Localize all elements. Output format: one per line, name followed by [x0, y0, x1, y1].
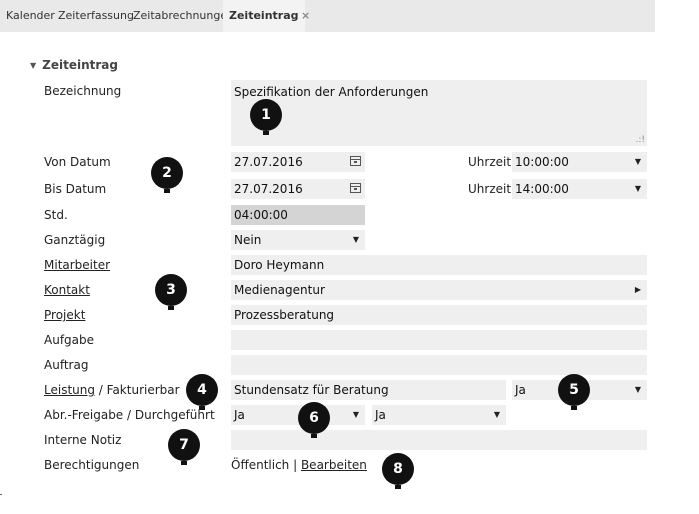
chevron-down-icon: ▼	[634, 157, 641, 166]
tab-bar: Kalender Zeiterfassung Zeitabrechnungen …	[0, 0, 655, 32]
durchgefuehrt-select[interactable]: Ja ▼	[372, 405, 506, 425]
bis-uhrzeit-select[interactable]: 14:00:00 ▼	[512, 179, 647, 199]
resize-grip-icon[interactable]: .:!	[635, 136, 645, 145]
link-leistung[interactable]: Leistung	[44, 383, 95, 397]
calendar-icon[interactable]	[350, 183, 361, 193]
chevron-right-icon[interactable]: ▶	[635, 280, 641, 300]
chevron-down-icon: ▼	[493, 410, 500, 419]
abr-freigabe-value: Ja	[234, 408, 245, 422]
label-leistung-fakturierbar: Leistung / Fakturierbar	[44, 383, 180, 397]
von-uhrzeit-value: 10:00:00	[515, 155, 569, 169]
label-bis-uhrzeit: Uhrzeit	[468, 182, 512, 196]
bis-datum-value: 27.07.2016	[234, 182, 303, 196]
chevron-down-icon: ▼	[352, 235, 359, 244]
tab-zeitabrechnungen[interactable]: Zeitabrechnungen	[133, 0, 234, 32]
von-uhrzeit-select[interactable]: 10:00:00 ▼	[512, 152, 647, 172]
section-title: Zeiteintrag	[42, 58, 118, 72]
callout-marker-6: 6	[298, 402, 330, 438]
label-mitarbeiter: Mitarbeiter	[44, 258, 111, 272]
ganztaegig-select[interactable]: Nein ▼	[231, 230, 365, 250]
label-berechtigungen: Berechtigungen	[44, 458, 140, 472]
calendar-icon[interactable]	[350, 156, 361, 166]
link-kontakt[interactable]: Kontakt	[44, 283, 90, 297]
callout-marker-3: 3	[155, 274, 187, 310]
fakturierbar-value: Ja	[515, 383, 526, 397]
callout-marker-7: 7	[168, 429, 200, 465]
section-header[interactable]: ▼ Zeiteintrag	[30, 58, 118, 72]
tab-zeiteintrag[interactable]: Zeiteintrag	[223, 0, 305, 32]
ganztaegig-value: Nein	[234, 233, 262, 247]
auftrag-field[interactable]	[231, 355, 647, 375]
callout-marker-4: 4	[186, 374, 218, 410]
label-projekt: Projekt	[44, 308, 86, 322]
label-interne-notiz: Interne Notiz	[44, 433, 122, 447]
berechtigungen-value: Öffentlich | Bearbeiten	[231, 458, 367, 472]
std-value: 04:00:00	[234, 208, 288, 222]
callout-marker-1: 1	[250, 99, 282, 135]
tab-zeiterfassung[interactable]: Zeiterfassung	[58, 0, 134, 32]
von-datum-value: 27.07.2016	[234, 155, 303, 169]
label-fakturierbar: / Fakturierbar	[94, 383, 180, 397]
link-projekt[interactable]: Projekt	[44, 308, 85, 322]
tab-kalender[interactable]: Kalender	[6, 0, 55, 32]
label-kontakt: Kontakt	[44, 283, 90, 297]
von-datum-field[interactable]: 27.07.2016	[231, 152, 365, 172]
label-auftrag: Auftrag	[44, 358, 89, 372]
label-bis-datum: Bis Datum	[44, 182, 107, 196]
close-icon[interactable]: ×	[301, 0, 310, 32]
bearbeiten-link[interactable]: Bearbeiten	[301, 458, 367, 472]
kontakt-value: Medienagentur	[234, 283, 325, 297]
aufgabe-field[interactable]	[231, 330, 647, 350]
label-ganztaegig: Ganztägig	[44, 233, 106, 247]
divider-mark	[0, 494, 2, 495]
label-aufgabe: Aufgabe	[44, 333, 95, 347]
link-mitarbeiter[interactable]: Mitarbeiter	[44, 258, 110, 272]
label-std: Std.	[44, 208, 68, 222]
std-field: 04:00:00	[231, 205, 365, 225]
leistung-field[interactable]: Stundensatz für Beratung	[231, 380, 506, 400]
kontakt-field[interactable]: Medienagentur ▶	[231, 280, 647, 300]
caret-down-icon: ▼	[30, 61, 37, 70]
callout-marker-8: 8	[382, 453, 414, 489]
chevron-down-icon: ▼	[634, 385, 641, 394]
bezeichnung-textarea[interactable]: Spezifikation der Anforderungen .:!	[231, 80, 647, 146]
label-abr-freigabe: Abr.-Freigabe / Durchgeführt	[44, 408, 215, 422]
label-bezeichnung: Bezeichnung	[44, 84, 122, 98]
mitarbeiter-field[interactable]: Doro Heymann	[231, 255, 647, 275]
bis-datum-field[interactable]: 27.07.2016	[231, 179, 365, 199]
label-von-datum: Von Datum	[44, 155, 111, 169]
projekt-value: Prozessberatung	[234, 308, 335, 322]
label-von-uhrzeit: Uhrzeit	[468, 155, 512, 169]
callout-marker-5: 5	[558, 374, 590, 410]
chevron-down-icon: ▼	[634, 184, 641, 193]
callout-marker-2: 2	[151, 157, 183, 193]
mitarbeiter-value: Doro Heymann	[234, 258, 325, 272]
bis-uhrzeit-value: 14:00:00	[515, 182, 569, 196]
chevron-down-icon: ▼	[352, 410, 359, 419]
berechtigungen-text: Öffentlich |	[231, 458, 301, 472]
leistung-value: Stundensatz für Beratung	[234, 383, 389, 397]
bezeichnung-value: Spezifikation der Anforderungen	[234, 85, 429, 99]
projekt-field[interactable]: Prozessberatung	[231, 305, 647, 325]
durchgefuehrt-value: Ja	[375, 408, 386, 422]
interne-notiz-field[interactable]	[231, 430, 647, 450]
